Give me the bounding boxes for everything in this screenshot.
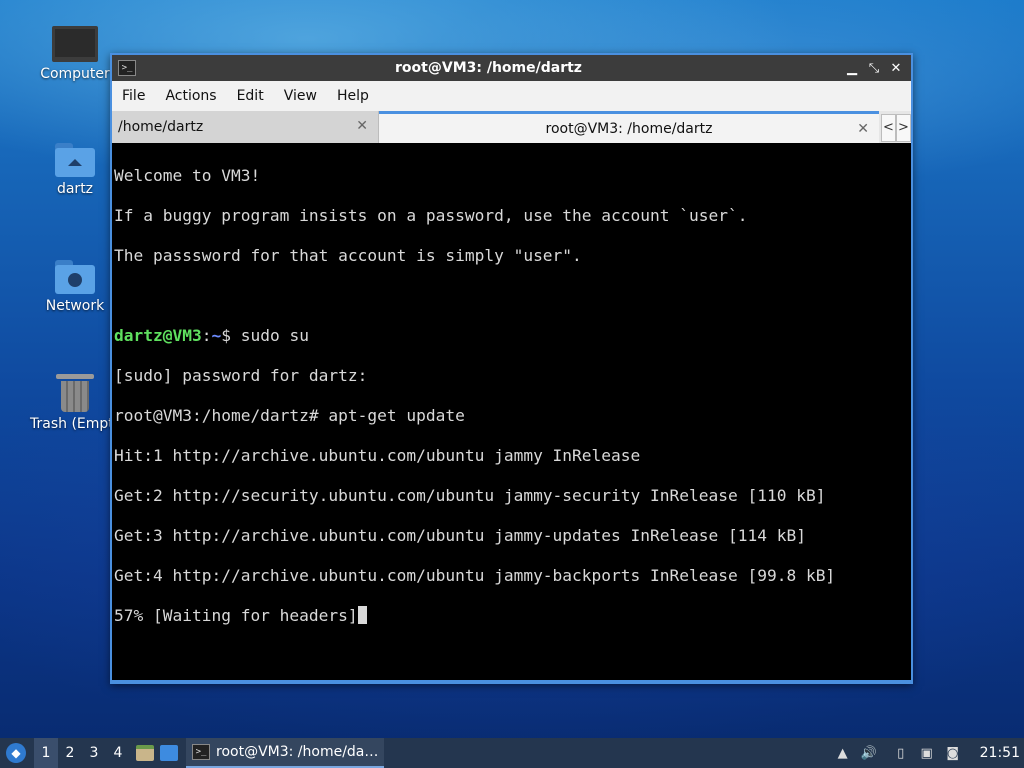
taskbar: ◆ 1 2 3 4 >_ root@VM3: /home/da… ▲ 🔊 ▯ ▣… [0, 738, 1024, 768]
terminal-line: [sudo] password for dartz: [114, 366, 368, 385]
volume-icon[interactable]: 🔊 [860, 746, 878, 761]
file-manager-icon[interactable] [136, 745, 154, 761]
tab-close-icon[interactable]: ✕ [857, 121, 869, 137]
tab-root-vm3[interactable]: root@VM3: /home/dartz ✕ [379, 111, 879, 143]
clock[interactable]: 21:51 [980, 745, 1020, 761]
workspace-3[interactable]: 3 [82, 745, 106, 761]
tab-home-dartz[interactable]: /home/dartz ✕ [112, 111, 379, 143]
maximize-button[interactable]: ⤡ [863, 61, 885, 76]
desktop-icon-label: Trash (Empty) [30, 416, 128, 432]
workspace-4[interactable]: 4 [106, 745, 130, 761]
terminal-line: Get:2 http://security.ubuntu.com/ubuntu … [114, 486, 826, 505]
tab-bar: /home/dartz ✕ root@VM3: /home/dartz ✕ < … [112, 111, 911, 143]
workspace-2[interactable]: 2 [58, 745, 82, 761]
desktop-icon-network[interactable]: Network [30, 260, 120, 314]
task-label: root@VM3: /home/da… [216, 744, 379, 760]
terminal-line: Get:4 http://archive.ubuntu.com/ubuntu j… [114, 566, 836, 585]
minimize-button[interactable]: ▁ [841, 61, 863, 76]
prompt-symbol: $ [221, 326, 241, 345]
show-desktop-icon[interactable] [160, 745, 178, 761]
menu-file[interactable]: File [112, 88, 155, 104]
close-button[interactable]: ✕ [885, 61, 907, 76]
terminal-line: Hit:1 http://archive.ubuntu.com/ubuntu j… [114, 446, 641, 465]
clipboard-icon[interactable]: ▯ [892, 746, 910, 761]
terminal-line: If a buggy program insists on a password… [114, 206, 748, 225]
start-menu-icon[interactable]: ◆ [6, 743, 26, 763]
menu-edit[interactable]: Edit [227, 88, 274, 104]
desktop-icon-label: Network [45, 298, 105, 314]
terminal-output[interactable]: Welcome to VM3! If a buggy program insis… [112, 143, 911, 680]
menu-actions[interactable]: Actions [155, 88, 226, 104]
tab-label: /home/dartz [118, 119, 204, 135]
desktop-icon-home[interactable]: dartz [30, 143, 120, 197]
network-icon[interactable]: ▣ [918, 746, 936, 761]
menu-view[interactable]: View [274, 88, 327, 104]
tab-scroll-left-button[interactable]: < [881, 114, 896, 142]
menu-bar: File Actions Edit View Help [112, 81, 911, 111]
progress-text: 57% [Waiting for headers] [114, 606, 358, 625]
terminal-line: Get:3 http://archive.ubuntu.com/ubuntu j… [114, 526, 806, 545]
network-folder-icon [55, 260, 95, 294]
notification-icon[interactable]: ◙ [944, 746, 962, 761]
tab-label: root@VM3: /home/dartz [545, 120, 713, 137]
taskbar-task-terminal[interactable]: >_ root@VM3: /home/da… [186, 738, 385, 768]
terminal-line: The passsword for that account is simply… [114, 246, 582, 265]
terminal-icon: >_ [118, 60, 136, 76]
home-folder-icon [55, 143, 95, 177]
desktop-icon-trash[interactable]: Trash (Empty) [30, 374, 128, 432]
prompt-path: ~ [211, 326, 222, 345]
desktop-icon-label: Computer [40, 66, 110, 82]
system-tray: ▲ 🔊 ▯ ▣ ◙ 21:51 [826, 745, 1024, 761]
desktop-icon-label: dartz [56, 181, 94, 197]
updates-icon[interactable]: ▲ [834, 746, 852, 761]
prompt-user: dartz@VM3 [114, 326, 202, 345]
terminal-window: >_ root@VM3: /home/dartz ▁ ⤡ ✕ File Acti… [110, 53, 913, 684]
terminal-icon: >_ [192, 744, 210, 760]
terminal-line: root@VM3:/home/dartz# apt-get update [114, 406, 465, 425]
tab-close-icon[interactable]: ✕ [356, 118, 368, 134]
terminal-progress-line: 57% [Waiting for headers] [114, 606, 911, 626]
menu-help[interactable]: Help [327, 88, 379, 104]
workspace-1[interactable]: 1 [34, 738, 58, 768]
text-cursor [357, 606, 367, 624]
tab-scroll-right-button[interactable]: > [896, 114, 911, 142]
terminal-line: Welcome to VM3! [114, 166, 261, 185]
window-titlebar[interactable]: >_ root@VM3: /home/dartz ▁ ⤡ ✕ [112, 55, 911, 81]
window-title: root@VM3: /home/dartz [395, 60, 582, 76]
computer-icon [52, 26, 98, 62]
terminal-prompt-line: dartz@VM3:~$ sudo su [114, 326, 911, 346]
prompt-command: sudo su [240, 326, 309, 345]
desktop-icon-computer[interactable]: Computer [30, 26, 120, 82]
trash-icon [56, 374, 94, 412]
prompt-separator: : [201, 326, 212, 345]
